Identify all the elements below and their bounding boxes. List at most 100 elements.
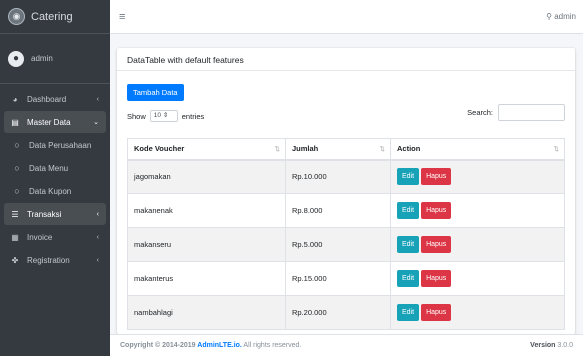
tachometer-icon: ◕ <box>12 94 18 104</box>
sort-icon: ⇅ <box>553 146 559 153</box>
table-row: makanenak Rp.8.000 Edit Hapus <box>127 193 565 228</box>
circle-icon: ○ <box>14 140 20 150</box>
entries-select[interactable]: 10 ⇕ <box>149 110 178 122</box>
brand-link[interactable]: ◉ Catering <box>0 0 110 34</box>
header-kode-voucher[interactable]: Kode Voucher ⇅ <box>127 138 286 161</box>
edit-button[interactable]: Edit <box>397 168 420 186</box>
cell-kode: makanseru <box>127 227 286 262</box>
delete-button[interactable]: Hapus <box>421 236 452 253</box>
top-navbar: ≡ ⚲ admin <box>110 0 583 34</box>
cell-jumlah: Rp.20.000 <box>285 295 391 330</box>
table-header-row: Kode Voucher ⇅ Jumlah ⇅ Action ⇅ <box>127 138 565 161</box>
cell-jumlah: Rp.5.000 <box>285 227 391 262</box>
table-row: jagomakan Rp.10.000 Edit Hapus <box>127 159 565 194</box>
table-row: makanseru Rp.5.000 Edit Hapus <box>127 227 565 262</box>
chevron-left-icon: ‹ <box>96 233 99 241</box>
user-icon: ⚲ <box>546 12 552 21</box>
chevron-down-icon: ⌄ <box>93 119 99 126</box>
edit-button[interactable]: Edit <box>397 270 420 287</box>
header-label: Kode Voucher <box>134 144 185 154</box>
adminlte-link[interactable]: AdminLTE.io. <box>197 342 242 349</box>
circle-icon: ○ <box>14 163 20 173</box>
edit-button[interactable]: Edit <box>397 304 420 321</box>
sidebar-nav: ◕ Dashboard ‹ ▤ Master Data ⌄ ○ Data Per… <box>0 84 110 271</box>
cell-jumlah: Rp.15.000 <box>285 261 391 296</box>
voucher-table: Kode Voucher ⇅ Jumlah ⇅ Action ⇅ jagomakan … <box>127 138 565 330</box>
sidebar-item-registration[interactable]: ✤ Registration ‹ <box>4 249 106 271</box>
sidebar-item-label: Data Perusahaan <box>29 140 92 150</box>
sidebar-item-data-kupon[interactable]: ○ Data Kupon <box>4 180 106 202</box>
header-label: Jumlah <box>292 144 319 154</box>
sidebar-item-invoice[interactable]: ▦ Invoice ‹ <box>4 226 106 248</box>
cell-kode: makanenak <box>127 193 286 228</box>
version-label: Version <box>530 342 556 349</box>
list-icon: ☰ <box>11 209 19 219</box>
delete-button[interactable]: Hapus <box>421 202 452 219</box>
delete-button[interactable]: Hapus <box>421 270 452 287</box>
header-action[interactable]: Action ⇅ <box>390 138 565 161</box>
cell-kode: nambahlagi <box>127 295 286 330</box>
copyright-text: Copyright © 2014-2019 <box>120 342 198 349</box>
version-value: 3.0.0 <box>557 342 573 349</box>
sidebar-item-master-data[interactable]: ▤ Master Data ⌄ <box>4 111 106 133</box>
sidebar-item-data-menu[interactable]: ○ Data Menu <box>4 157 106 179</box>
delete-button[interactable]: Hapus <box>421 168 452 186</box>
rights-text: All rights reserved. <box>241 342 302 349</box>
entries-length-control: Show 10 ⇕ entries <box>127 110 204 122</box>
sidebar-item-label: Invoice <box>27 232 53 242</box>
table-icon: ▦ <box>11 232 19 242</box>
top-user-menu[interactable]: ⚲ admin <box>546 12 576 21</box>
menu-toggle-icon[interactable]: ≡ <box>119 11 125 23</box>
brand-name: Catering <box>31 10 73 23</box>
main-footer: Copyright © 2014-2019 AdminLTE.io. All r… <box>110 334 583 356</box>
delete-button[interactable]: Hapus <box>421 304 452 321</box>
show-label: Show <box>127 111 146 121</box>
edit-button[interactable]: Edit <box>397 202 420 219</box>
user-avatar-icon: ● <box>8 50 24 67</box>
edit-button[interactable]: Edit <box>397 236 420 253</box>
main-sidebar: ◉ Catering ● admin ◕ Dashboard ‹ ▤ Maste… <box>0 0 110 356</box>
cell-action: Edit Hapus <box>390 193 565 228</box>
sidebar-item-label: Transaksi <box>27 209 62 219</box>
add-data-button[interactable]: Tambah Data <box>127 84 184 101</box>
users-icon: ✤ <box>11 255 19 265</box>
sort-icon: ⇅ <box>274 146 280 153</box>
entries-value: 10 <box>153 112 161 119</box>
sidebar-item-data-perusahaan[interactable]: ○ Data Perusahaan <box>4 134 106 156</box>
user-name: admin <box>31 54 53 63</box>
version-info: Version 3.0.0 <box>530 342 573 349</box>
sidebar-item-label: Dashboard <box>27 94 67 104</box>
cell-action: Edit Hapus <box>390 295 565 330</box>
cell-jumlah: Rp.10.000 <box>285 159 391 194</box>
chevron-left-icon: ‹ <box>96 256 99 264</box>
content-wrapper: DataTable with default features Tambah D… <box>110 34 583 334</box>
sidebar-item-label: Registration <box>27 255 70 265</box>
search-label: Search: <box>467 108 493 117</box>
cell-action: Edit Hapus <box>390 261 565 296</box>
select-arrows-icon: ⇕ <box>162 112 169 119</box>
cell-kode: jagomakan <box>127 159 286 194</box>
table-search: Search: <box>467 104 565 121</box>
cell-jumlah: Rp.8.000 <box>285 193 391 228</box>
chevron-left-icon: ‹ <box>96 210 99 218</box>
sidebar-item-label: Master Data <box>27 117 71 127</box>
cell-action: Edit Hapus <box>390 159 565 194</box>
database-icon: ▤ <box>11 117 19 127</box>
header-jumlah[interactable]: Jumlah ⇅ <box>285 138 391 161</box>
entries-label: entries <box>181 111 205 121</box>
sidebar-item-dashboard[interactable]: ◕ Dashboard ‹ <box>4 88 106 110</box>
user-panel[interactable]: ● admin <box>0 34 110 84</box>
search-input[interactable] <box>498 104 565 121</box>
top-user-name: admin <box>554 12 576 21</box>
table-row: makanterus Rp.15.000 Edit Hapus <box>127 261 565 296</box>
catering-logo-icon: ◉ <box>8 8 25 25</box>
table-row: nambahlagi Rp.20.000 Edit Hapus <box>127 295 565 330</box>
cell-kode: makanterus <box>127 261 286 296</box>
datatable-card: DataTable with default features Tambah D… <box>117 48 575 334</box>
chevron-left-icon: ‹ <box>96 95 99 103</box>
sidebar-item-label: Data Kupon <box>29 186 72 196</box>
sidebar-item-label: Data Menu <box>29 163 69 173</box>
cell-action: Edit Hapus <box>390 227 565 262</box>
header-label: Action <box>397 144 421 154</box>
sidebar-item-transaksi[interactable]: ☰ Transaksi ‹ <box>4 203 106 225</box>
